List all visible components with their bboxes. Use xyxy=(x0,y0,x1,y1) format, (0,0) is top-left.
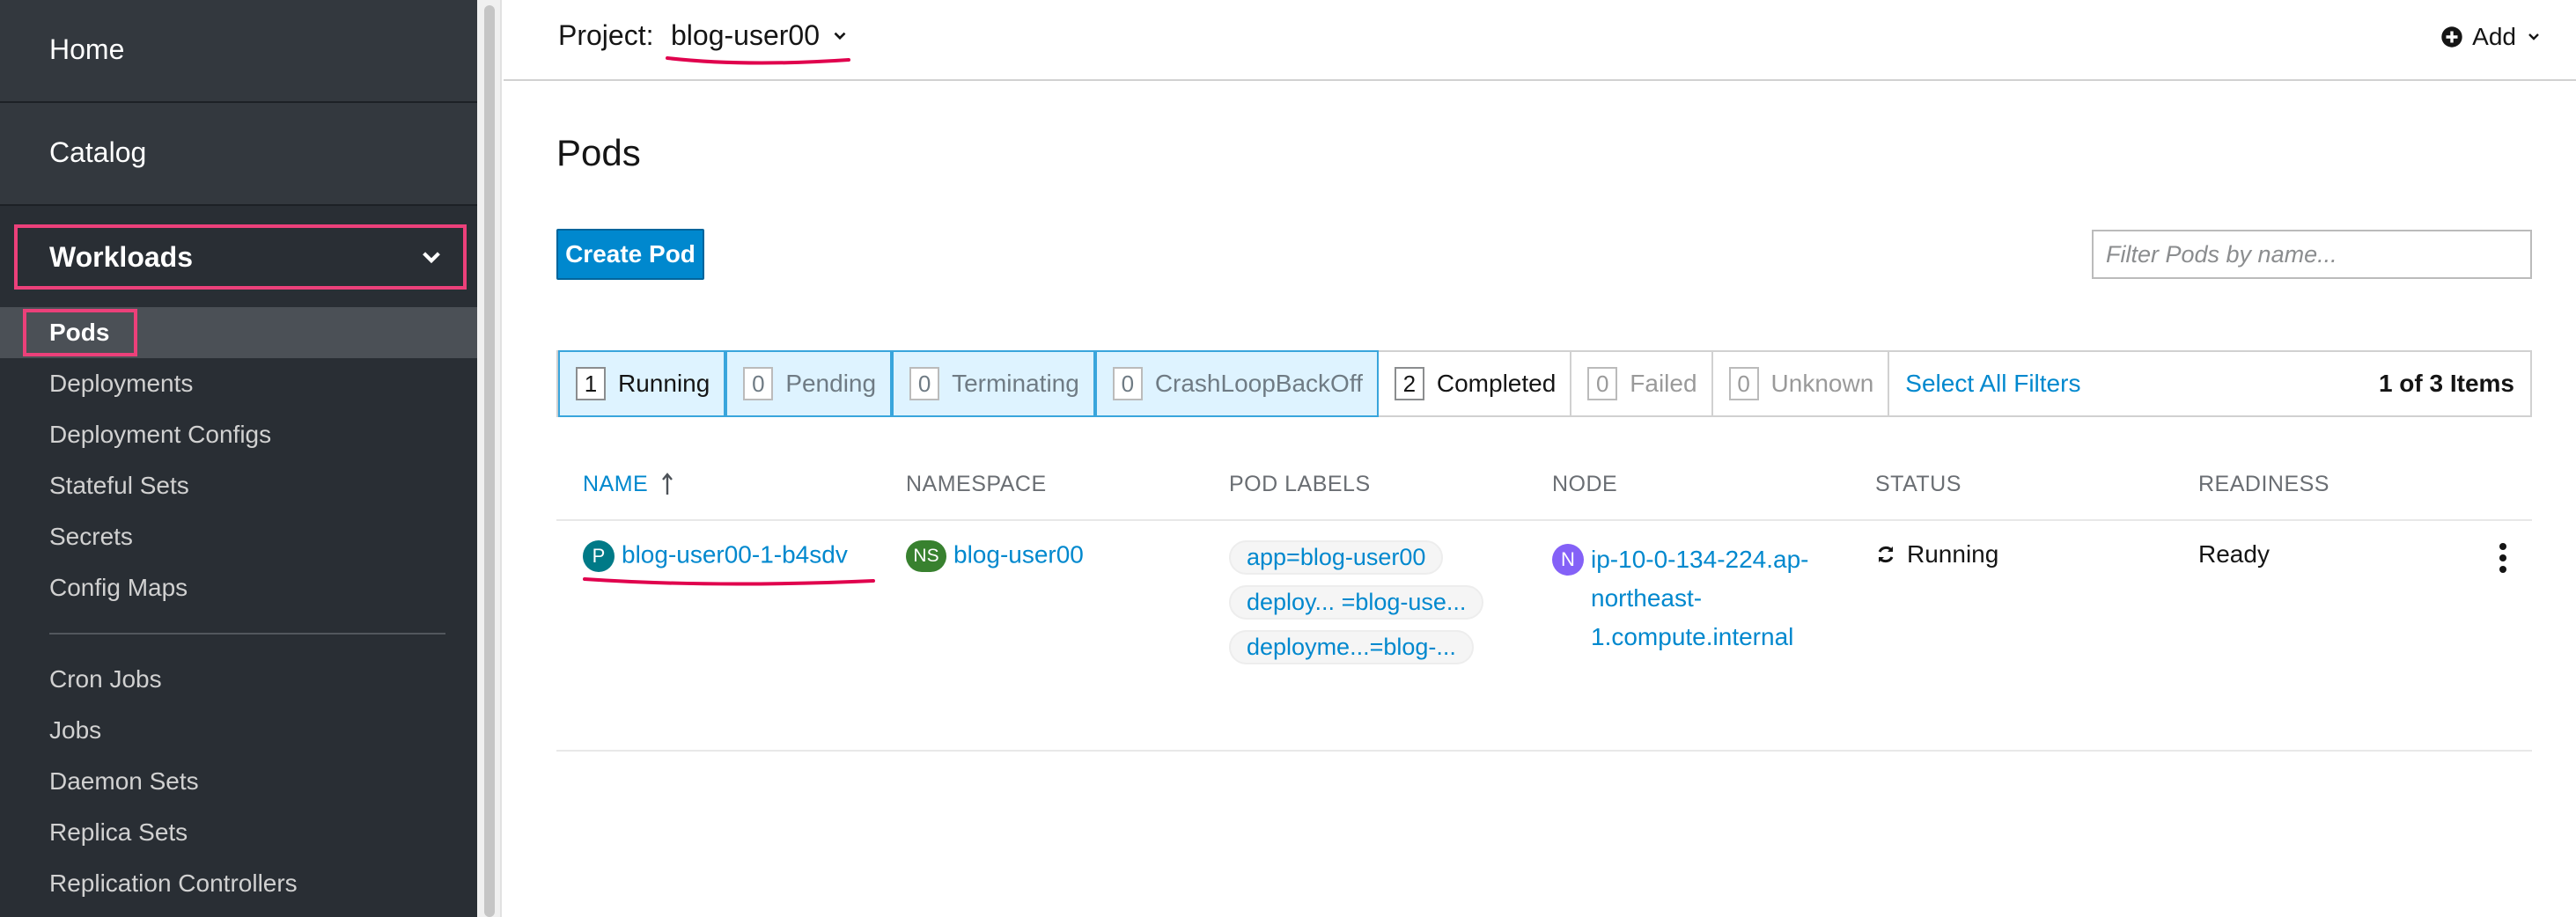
sort-asc-icon xyxy=(662,473,673,495)
pods-highlight-box xyxy=(23,309,137,356)
status-text: Running xyxy=(1907,540,1999,568)
pod-label-chip[interactable]: deploy... =blog-use... xyxy=(1229,585,1484,620)
add-button[interactable]: Add xyxy=(2440,23,2543,51)
column-header-node[interactable]: NODE xyxy=(1526,466,1849,519)
sidebar-item-secrets[interactable]: Secrets xyxy=(0,511,477,562)
filter-failed[interactable]: 0 Failed xyxy=(1571,352,1713,415)
plus-circle-icon xyxy=(2441,26,2462,48)
pod-badge-icon: P xyxy=(583,540,615,572)
filter-count: 1 xyxy=(576,367,606,400)
chevron-down-icon xyxy=(2528,33,2539,40)
node-badge-icon: N xyxy=(1552,544,1584,576)
sidebar-item-deployment-configs[interactable]: Deployment Configs xyxy=(0,409,477,460)
project-label: Project: xyxy=(558,19,654,51)
pod-name-cell: Pblog-user00-1-b4sdv xyxy=(556,521,880,750)
add-label: Add xyxy=(2472,23,2516,50)
table-row: Pblog-user00-1-b4sdv NS blog-user00 app=b… xyxy=(556,521,2532,752)
column-header-namespace[interactable]: NAMESPACE xyxy=(880,466,1203,519)
namespace-link[interactable]: blog-user00 xyxy=(953,540,1084,568)
readiness-text: Ready xyxy=(2198,540,2270,568)
nav-home[interactable]: Home xyxy=(0,0,477,103)
sync-icon xyxy=(1878,546,1894,563)
filter-count: 2 xyxy=(1394,367,1424,400)
scrollbar-thumb[interactable] xyxy=(484,5,495,917)
filter-terminating[interactable]: 0 Terminating xyxy=(892,350,1095,417)
filter-label: Terminating xyxy=(952,370,1079,397)
create-pod-button[interactable]: Create Pod xyxy=(556,229,704,280)
column-header-readiness[interactable]: READINESS xyxy=(2172,466,2532,519)
filter-label: Unknown xyxy=(1770,370,1874,397)
filter-running[interactable]: 1 Running xyxy=(558,350,726,417)
project-value: blog-user00 xyxy=(671,19,820,51)
filter-label: Failed xyxy=(1630,370,1697,397)
filter-pods-input[interactable] xyxy=(2092,230,2532,279)
filter-label: Running xyxy=(618,370,710,397)
project-underline-annotation xyxy=(666,56,850,65)
chevron-down-icon xyxy=(834,32,846,40)
pod-name-link[interactable]: blog-user00-1-b4sdv xyxy=(622,540,848,568)
filter-completed[interactable]: 2 Completed xyxy=(1379,352,1572,415)
page-title: Pods xyxy=(556,132,641,173)
status-filter-bar: 1 Running 0 Pending 0 Terminating 0 Cras… xyxy=(556,350,2532,417)
sidebar-item-deployments[interactable]: Deployments xyxy=(0,358,477,409)
pod-label-chip[interactable]: deployme...=blog-... xyxy=(1229,630,1474,664)
sidebar-item-daemon-sets[interactable]: Daemon Sets xyxy=(0,756,477,807)
node-link-line: 1.compute.internal xyxy=(1591,623,1794,650)
workloads-submenu: Pods Deployments Deployment Configs Stat… xyxy=(0,307,477,909)
node-link-line: ip-10-0-134-224.ap- xyxy=(1591,546,1809,573)
filter-count: 0 xyxy=(1112,367,1143,400)
pod-labels-cell: app=blog-user00 deploy... =blog-use... d… xyxy=(1203,521,1526,750)
nav-workloads[interactable]: Workloads xyxy=(14,224,467,290)
filter-label: Completed xyxy=(1436,370,1557,397)
status-cell: Running xyxy=(1849,521,2172,750)
sidebar-item-replica-sets[interactable]: Replica Sets xyxy=(0,807,477,858)
column-label: NAME xyxy=(583,472,649,496)
sidebar-divider xyxy=(49,633,445,635)
readiness-cell: Ready xyxy=(2172,521,2532,750)
filter-pending[interactable]: 0 Pending xyxy=(725,350,893,417)
items-count: 1 of 3 Items xyxy=(2378,370,2514,397)
namespace-badge-icon: NS xyxy=(906,540,946,572)
sidebar: Home Catalog Workloads Pods Deployments … xyxy=(0,0,477,917)
kebab-icon[interactable] xyxy=(2497,542,2509,574)
node-link[interactable]: ip-10-0-134-224.ap- northeast- 1.compute… xyxy=(1591,540,1809,657)
table-header: NAME NAMESPACE POD LABELS NODE STATUS RE… xyxy=(556,466,2532,521)
filter-count: 0 xyxy=(1587,367,1618,400)
filter-crashloopbackoff[interactable]: 0 CrashLoopBackOff xyxy=(1094,350,1379,417)
column-header-name[interactable]: NAME xyxy=(556,466,880,519)
sidebar-item-jobs[interactable]: Jobs xyxy=(0,705,477,756)
nav-catalog[interactable]: Catalog xyxy=(0,103,477,206)
pod-label-chip[interactable]: app=blog-user00 xyxy=(1229,540,1444,575)
column-header-pod-labels[interactable]: POD LABELS xyxy=(1203,466,1526,519)
namespace-cell: NS blog-user00 xyxy=(880,521,1203,750)
nav-workloads-label: Workloads xyxy=(49,240,193,273)
pod-name-underline-annotation xyxy=(583,577,875,586)
column-header-status[interactable]: STATUS xyxy=(1849,466,2172,519)
filter-count: 0 xyxy=(743,367,774,400)
filter-count: 0 xyxy=(909,367,940,400)
filter-label: CrashLoopBackOff xyxy=(1154,370,1363,397)
sidebar-item-config-maps[interactable]: Config Maps xyxy=(0,562,477,613)
sidebar-item-replication-controllers[interactable]: Replication Controllers xyxy=(0,858,477,909)
select-all-filters-link[interactable]: Select All Filters xyxy=(1889,352,2379,415)
node-cell: N ip-10-0-134-224.ap- northeast- 1.compu… xyxy=(1526,521,1849,750)
sidebar-item-cron-jobs[interactable]: Cron Jobs xyxy=(0,654,477,705)
pods-table: NAME NAMESPACE POD LABELS NODE STATUS RE… xyxy=(556,466,2532,752)
project-dropdown[interactable]: blog-user00 xyxy=(671,19,850,52)
filter-count: 0 xyxy=(1728,367,1759,400)
filter-label: Pending xyxy=(785,370,877,397)
sidebar-item-stateful-sets[interactable]: Stateful Sets xyxy=(0,460,477,511)
sidebar-scrollbar[interactable] xyxy=(477,0,502,917)
masthead: Project: blog-user00 Add xyxy=(504,0,2576,81)
chevron-down-icon xyxy=(423,252,440,264)
node-link-line: northeast- xyxy=(1591,584,1703,612)
filter-unknown[interactable]: 0 Unknown xyxy=(1713,352,1890,415)
